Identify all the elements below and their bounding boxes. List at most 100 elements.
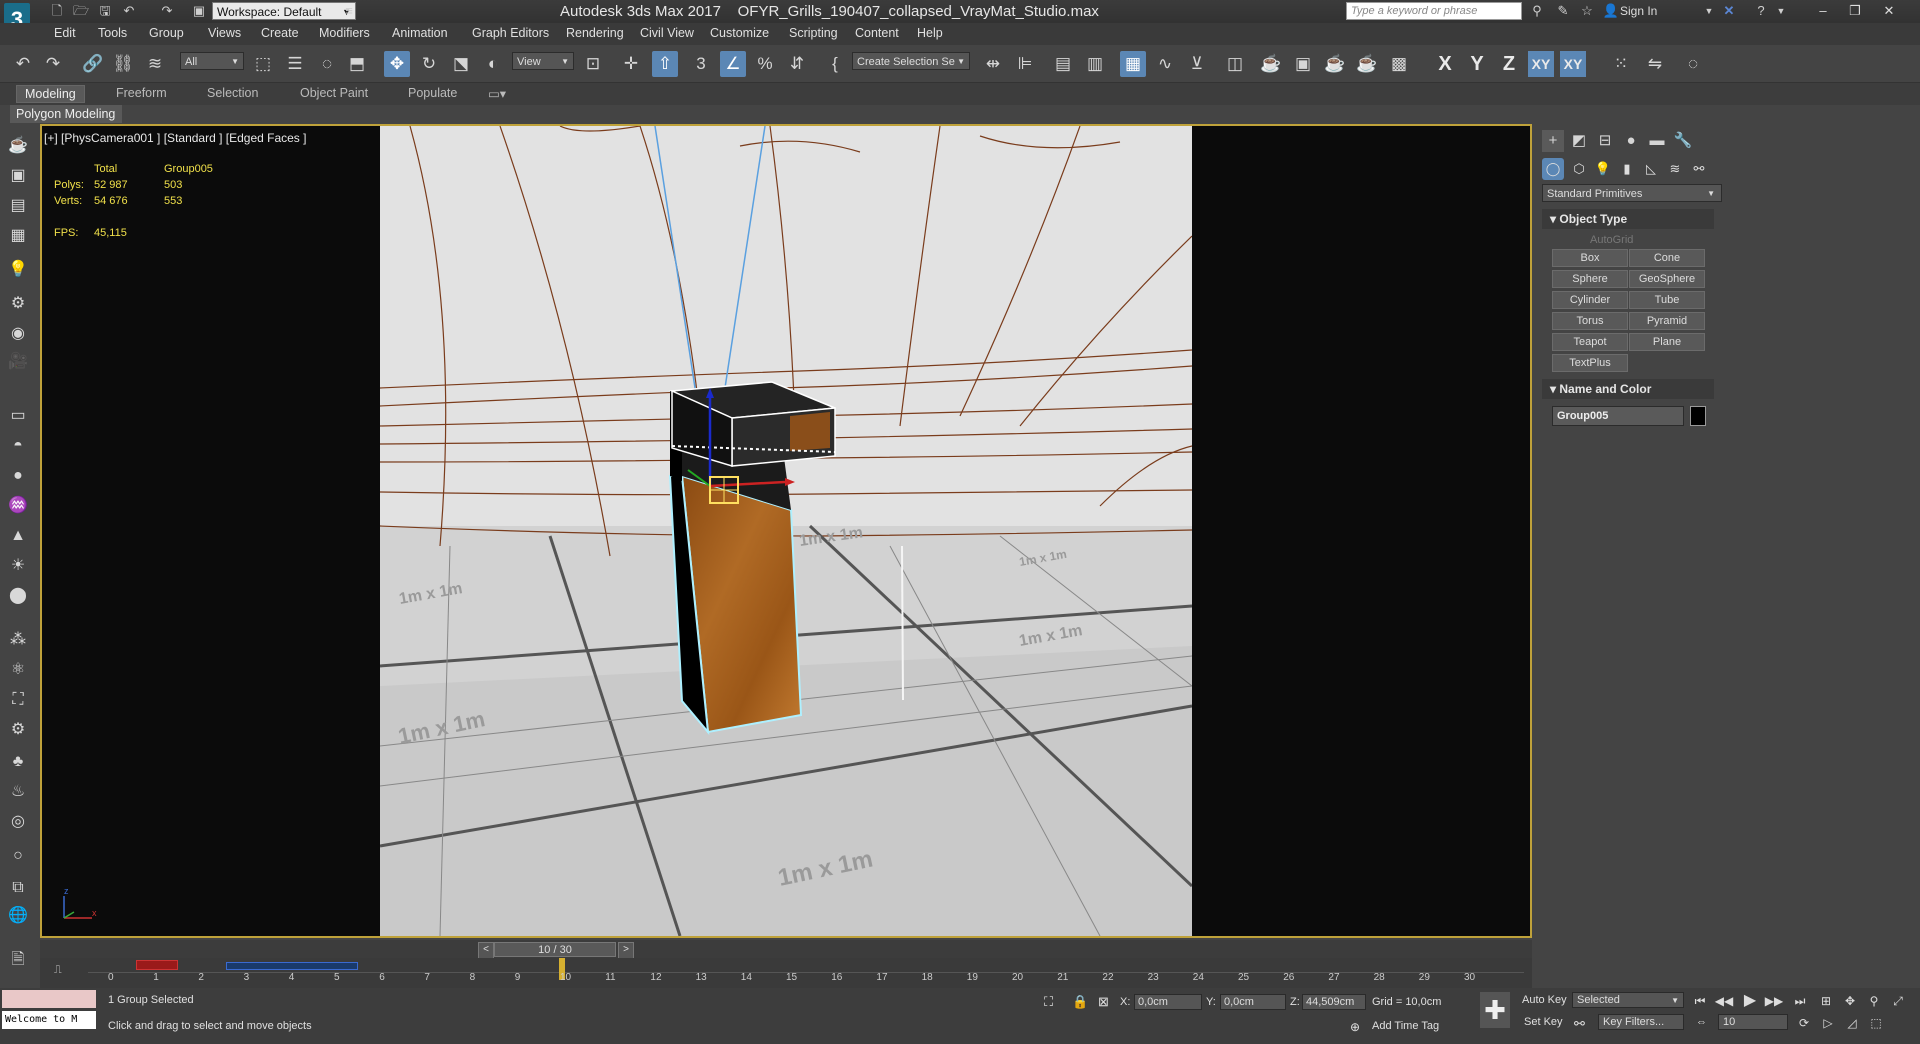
cylinder-button[interactable]: Cylinder — [1552, 291, 1628, 309]
track-bar[interactable]: ⎍ 0 1 2 3 4 5 6 7 8 9 10 11 12 13 14 15 16 17 18 19 20 21 22 23… — [40, 958, 1532, 988]
teapot-icon[interactable]: ☕ — [6, 134, 30, 158]
sun-icon[interactable]: ☀ — [6, 554, 30, 578]
hair-icon[interactable]: ♨ — [6, 780, 30, 804]
grid-icon[interactable]: ▦ — [6, 224, 30, 248]
plane-button[interactable]: Plane — [1629, 333, 1705, 351]
walk-icon[interactable]: ▷ — [1818, 1014, 1838, 1032]
shell-icon[interactable]: ◎ — [6, 810, 30, 834]
select-by-name-icon[interactable]: ☰ — [282, 51, 308, 77]
select-move-icon[interactable]: ✥ — [384, 51, 410, 77]
menu-create[interactable]: Create — [261, 26, 299, 40]
menu-civil-view[interactable]: Civil View — [640, 26, 694, 40]
region-select-icon[interactable]: ◌ — [314, 51, 340, 77]
sign-in-link[interactable]: Sign In — [1620, 4, 1657, 18]
selection-filter-dropdown[interactable]: All ▼ — [180, 52, 244, 70]
autogrid-checkbox[interactable]: AutoGrid — [1590, 234, 1633, 246]
fur-icon[interactable]: ♒ — [6, 494, 30, 518]
display-tab-icon[interactable]: ▬ — [1646, 130, 1668, 152]
window-crossing-icon[interactable]: ⬒ — [344, 51, 370, 77]
layers-icon[interactable]: ▤ — [6, 194, 30, 218]
set-keys-icon[interactable]: ✚ — [1480, 992, 1510, 1028]
place-icon[interactable]: ◐ — [480, 51, 506, 77]
plane-icon[interactable]: ▭ — [6, 404, 30, 428]
sphere-button[interactable]: Sphere — [1552, 270, 1628, 288]
keyframe-range-red[interactable] — [136, 960, 178, 970]
systems-category-icon[interactable]: ⚯ — [1688, 158, 1710, 180]
help-dropdown-icon[interactable]: ▼ — [1772, 3, 1790, 19]
save-file-icon[interactable]: 🖫 — [96, 3, 114, 19]
previous-frame-icon[interactable]: ◀◀ — [1714, 992, 1734, 1010]
lights-category-icon[interactable]: 💡 — [1592, 158, 1614, 180]
add-time-tag[interactable]: Add Time Tag — [1372, 1020, 1439, 1032]
scene-explorer-icon[interactable]: ▦ — [1120, 51, 1146, 77]
bind-space-warp-icon[interactable]: ≋ — [142, 51, 168, 77]
region-zoom-icon[interactable]: ⬚ — [1866, 1014, 1886, 1032]
pyramid-button[interactable]: Pyramid — [1629, 312, 1705, 330]
select-rotate-icon[interactable]: ↻ — [416, 51, 442, 77]
scene-render[interactable]: 1m x 1m 1m x 1m 1m x 1m 1m x 1m 1m x 1m … — [380, 126, 1192, 936]
maximize-button[interactable]: ❐ — [1840, 1, 1870, 21]
redo-icon[interactable]: ↷ — [40, 51, 66, 77]
y-coordinate-field[interactable]: 0,0cm — [1220, 994, 1286, 1010]
key-mode-toggle-icon[interactable]: ⇔ — [1696, 1016, 1707, 1028]
menu-modifiers[interactable]: Modifiers — [319, 26, 370, 40]
select-object-icon[interactable]: ⬚ — [250, 51, 276, 77]
ribbon-options-icon[interactable]: ▭▾ — [488, 86, 506, 101]
modify-tab-icon[interactable]: ◩ — [1568, 130, 1590, 152]
layer-explorer-icon[interactable]: ▤ — [1050, 51, 1076, 77]
new-file-icon[interactable]: 🗋 — [48, 3, 66, 19]
sphere-light-icon[interactable]: ◉ — [6, 322, 30, 346]
play-icon[interactable]: ▶ — [1740, 992, 1760, 1010]
zoom-icon[interactable]: ⚲ — [1864, 992, 1884, 1010]
orbit-icon[interactable]: ⟳ — [1794, 1014, 1814, 1032]
named-selection-dropdown[interactable]: Create Selection Se ▼ — [852, 52, 970, 70]
geometry-category-icon[interactable]: ◯ — [1542, 158, 1564, 180]
object-color-swatch[interactable] — [1690, 406, 1706, 426]
search-input[interactable] — [1346, 2, 1522, 20]
snaps-toggle-icon[interactable]: 3 — [688, 51, 714, 77]
render-elements-icon[interactable]: ⧉ — [6, 876, 30, 900]
ball-icon[interactable]: ⬤ — [6, 584, 30, 608]
render-in-cloud-icon[interactable]: ▩ — [1386, 51, 1412, 77]
particles-icon[interactable]: ⁂ — [6, 628, 30, 652]
go-to-end-icon[interactable]: ⏭ — [1790, 992, 1810, 1010]
tube-button[interactable]: Tube — [1629, 291, 1705, 309]
align-icon[interactable]: ⊫ — [1012, 51, 1038, 77]
spinner-snap-icon[interactable]: ⇵ — [784, 51, 810, 77]
geosphere-button[interactable]: GeoSphere — [1629, 270, 1705, 288]
undo-icon[interactable]: ↶ — [120, 3, 138, 19]
grass-icon[interactable]: ♣ — [6, 750, 30, 774]
set-key-button[interactable]: Set Key — [1524, 1016, 1563, 1028]
dome-icon[interactable]: ◓ — [6, 434, 30, 458]
menu-rendering[interactable]: Rendering — [566, 26, 624, 40]
render-frame-icon[interactable]: ▣ — [6, 164, 30, 188]
next-frame-icon[interactable]: ▶▶ — [1764, 992, 1784, 1010]
box-button[interactable]: Box — [1552, 249, 1628, 267]
tab-object-paint[interactable]: Object Paint — [300, 86, 368, 100]
x-coordinate-field[interactable]: 0,0cm — [1134, 994, 1202, 1010]
menu-customize[interactable]: Customize — [710, 26, 769, 40]
maxscript-listener[interactable]: Welcome to M — [2, 1011, 96, 1029]
textplus-button[interactable]: TextPlus — [1552, 354, 1628, 372]
space-warps-category-icon[interactable]: ≋ — [1664, 158, 1686, 180]
selection-lock-icon[interactable]: 🔒 — [1072, 994, 1088, 1010]
key-filters-button[interactable]: Key Filters... — [1598, 1014, 1684, 1030]
mini-curve-editor-icon[interactable]: ⎍ — [54, 964, 62, 977]
percent-snap-icon[interactable]: % — [752, 51, 778, 77]
sphere-icon[interactable]: ● — [6, 464, 30, 488]
prev-frame-button[interactable]: < — [478, 942, 494, 959]
select-scale-icon[interactable]: ⬔ — [448, 51, 474, 77]
molecule-icon[interactable]: ⚛ — [6, 658, 30, 682]
tab-selection[interactable]: Selection — [207, 86, 258, 100]
undo-icon[interactable]: ↶ — [10, 51, 36, 77]
sign-in-dropdown-icon[interactable]: ▼ — [1700, 3, 1718, 19]
helpers-category-icon[interactable]: ◺ — [1640, 158, 1662, 180]
axis-x-button[interactable]: X — [1432, 51, 1458, 77]
torus-button[interactable]: Torus — [1552, 312, 1628, 330]
cameras-category-icon[interactable]: ▮ — [1616, 158, 1638, 180]
ribbon-toggle-icon[interactable]: ▥ — [1082, 51, 1108, 77]
array-icon[interactable]: ⁙ — [1608, 51, 1634, 77]
rendered-frame-window-icon[interactable]: ▣ — [1290, 51, 1316, 77]
z-coordinate-field[interactable]: 44,509cm — [1302, 994, 1366, 1010]
reference-coordinate-dropdown[interactable]: View ▼ — [512, 52, 574, 70]
